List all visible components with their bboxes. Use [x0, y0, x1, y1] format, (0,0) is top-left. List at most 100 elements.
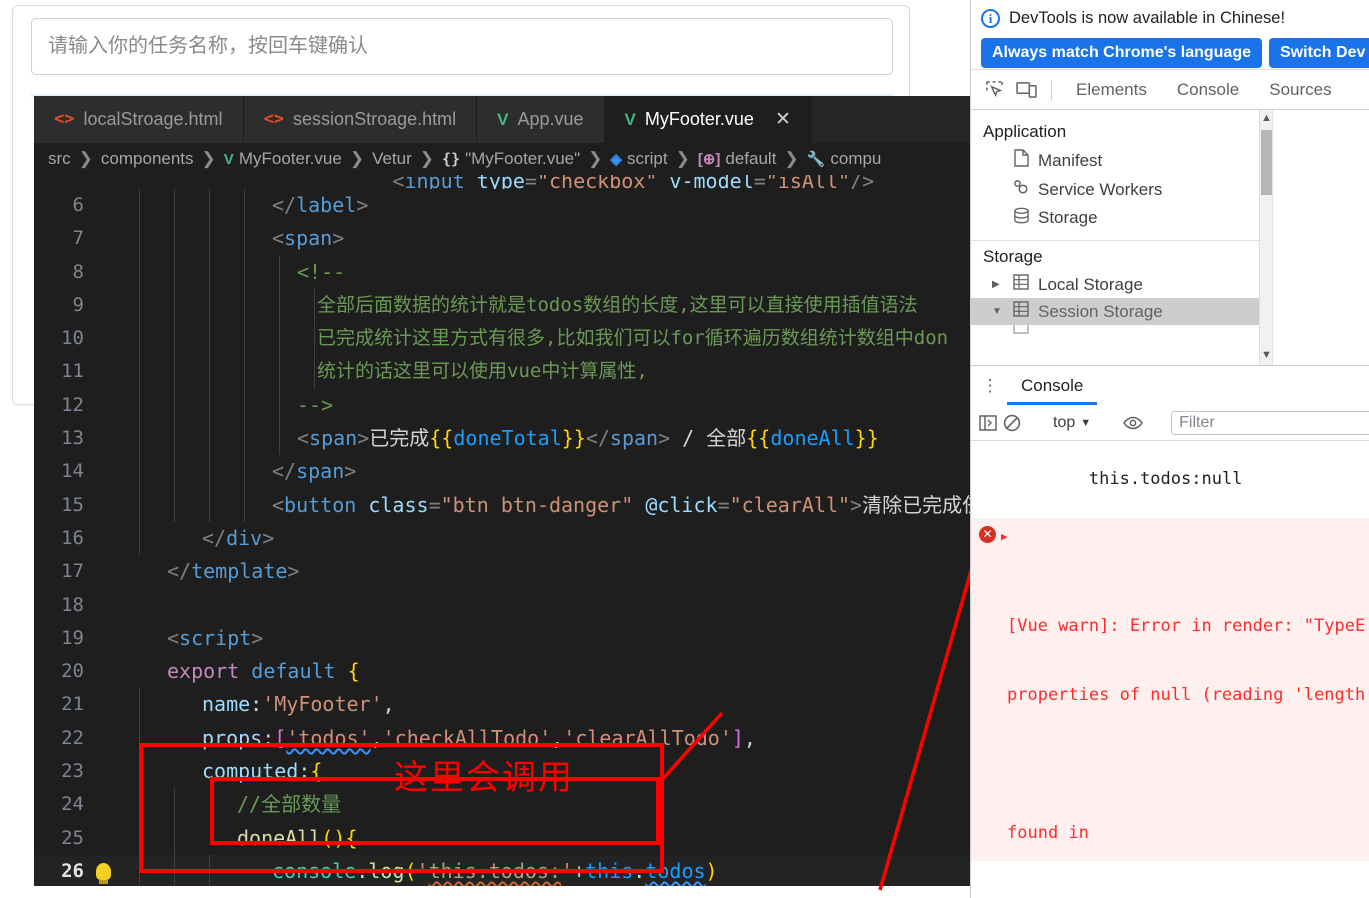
device-toolbar-icon[interactable]	[1011, 76, 1041, 104]
script-icon: ◈	[610, 151, 622, 168]
tab-sources[interactable]: Sources	[1255, 71, 1345, 109]
line-number: 6	[72, 194, 84, 216]
breadcrumb-item-module[interactable]: {} "MyFooter.vue"	[442, 149, 580, 169]
application-panel: Application Manifest Service Workers Sto…	[971, 110, 1369, 365]
editor-tab-localstroage-html[interactable]: <> localStroage.html	[34, 96, 244, 143]
breadcrumb-separator: ❯	[78, 149, 93, 168]
info-icon: i	[981, 8, 1000, 28]
tree-item-label: Local Storage	[1038, 274, 1143, 294]
scroll-down-arrow-icon[interactable]: ▼	[1261, 349, 1272, 361]
tab-console[interactable]: Console	[1163, 71, 1253, 109]
line-number: 9	[72, 293, 84, 316]
line-number: 20	[61, 660, 84, 683]
vscode-window: <> localStroage.html <> sessionStroage.h…	[34, 96, 970, 886]
console-log-text: this.todos:null	[1088, 469, 1243, 489]
line-number: 14	[61, 460, 84, 483]
devtools-language-banner: i DevTools is now available in Chinese! …	[971, 0, 1369, 70]
todo-name-input[interactable]	[31, 18, 893, 75]
code-line: 17 </template>	[34, 555, 970, 588]
annotation-label: 这里会调用	[394, 758, 574, 798]
code-line: 18	[34, 589, 970, 622]
scrollbar-thumb[interactable]	[1261, 130, 1272, 195]
braces-icon: {}	[442, 150, 461, 168]
drawer-tab-console[interactable]: Console	[1007, 366, 1098, 405]
table-icon	[1011, 274, 1031, 295]
breadcrumb-item-computed[interactable]: 🔧 compu	[807, 149, 882, 169]
console-drawer-header: ⋮ Console	[971, 365, 1369, 405]
code-line-current: 26 console.log('this.todos:'+this.todos)	[34, 854, 970, 886]
breadcrumb: src ❯ components ❯ V MyFooter.vue ❯ Vetur…	[34, 143, 970, 175]
switch-devtools-language-button[interactable]: Switch Dev	[1269, 38, 1369, 68]
code-line: 16 </div>	[34, 521, 970, 556]
close-icon[interactable]: ✕	[775, 108, 791, 131]
console-sidebar-icon[interactable]	[979, 410, 997, 436]
code-line: 25 doneAll(){	[34, 821, 970, 855]
breadcrumb-separator: ❯	[675, 149, 690, 168]
console-log-row[interactable]: this.todos:null	[971, 441, 1369, 519]
breadcrumb-item-myfooter-vue[interactable]: V MyFooter.vue	[224, 149, 342, 169]
application-scrollbar[interactable]: ▲ ▼	[1259, 110, 1272, 365]
html-file-icon: <>	[263, 109, 285, 129]
breadcrumb-item-script[interactable]: ◈ script	[610, 149, 667, 169]
application-detail-pane	[1272, 110, 1369, 365]
tabbar-filler	[811, 96, 970, 143]
line-number: 26	[61, 859, 84, 882]
editor-tab-sessionstroage-html[interactable]: <> sessionStroage.html	[243, 96, 478, 143]
console-error-line: found in	[1007, 823, 1089, 843]
devtools-panel: i DevTools is now available in Chinese! …	[970, 0, 1369, 898]
more-options-icon[interactable]: ⋮	[977, 377, 1003, 394]
tab-elements[interactable]: Elements	[1062, 71, 1161, 109]
console-error-row[interactable]: ✕ ▶ [Vue warn]: Error in render: "TypeE …	[971, 519, 1369, 861]
table-icon	[1011, 301, 1031, 322]
editor-tab-label: MyFooter.vue	[644, 109, 754, 129]
live-expression-icon[interactable]	[1123, 410, 1144, 436]
code-editor[interactable]: <input type="checkbox" v-model="isAll"/>…	[34, 175, 970, 886]
code-line: 21 name:'MyFooter',	[34, 688, 970, 722]
console-messages[interactable]: this.todos:null ✕ ▶ [Vue warn]: Error in…	[971, 441, 1369, 861]
toolbar-divider	[1051, 79, 1052, 100]
code-comment: 已完成统计这里方式有很多,比如我们可以for循环遍历数组统计数组中don	[317, 327, 949, 350]
code-line: 13 <span>已完成{{doneTotal}}</span> / 全部{{d…	[34, 422, 970, 456]
line-number: 23	[61, 760, 84, 783]
devtools-tabbar: Elements Console Sources	[971, 70, 1369, 110]
code-line: 19 <script>	[34, 622, 970, 655]
line-number: 10	[61, 327, 84, 350]
always-match-language-button[interactable]: Always match Chrome's language	[981, 38, 1262, 68]
execution-context-select[interactable]: top ▼	[1049, 414, 1095, 432]
line-number: 12	[61, 393, 84, 416]
editor-tab-label: App.vue	[517, 109, 584, 129]
console-filter-input[interactable]	[1171, 410, 1369, 435]
line-number: 16	[61, 526, 84, 549]
line-number: 24	[61, 793, 84, 816]
breadcrumb-item-src[interactable]: src	[48, 149, 71, 169]
editor-tab-myfooter-vue[interactable]: V MyFooter.vue ✕	[604, 96, 812, 143]
breadcrumb-item-components[interactable]: components	[101, 149, 194, 169]
code-line: 10 已完成统计这里方式有很多,比如我们可以for循环遍历数组统计数组中don	[34, 322, 970, 356]
inspect-element-icon[interactable]	[979, 76, 1009, 104]
console-error-line	[1007, 753, 1363, 776]
storage-icon	[1011, 207, 1031, 229]
tree-item-label: Storage	[1038, 208, 1098, 227]
chevron-right-icon[interactable]: ▶	[992, 279, 1000, 290]
tree-item-label: Session Storage	[1038, 301, 1163, 321]
error-icon: ✕	[979, 526, 996, 543]
editor-tab-app-vue[interactable]: V App.vue	[477, 96, 605, 143]
breadcrumb-separator: ❯	[784, 149, 799, 168]
code-line: <input type="checkbox" v-model="isAll"/>	[392, 175, 875, 189]
code-comment: -->	[297, 392, 334, 417]
chevron-down-icon[interactable]: ▼	[992, 306, 1002, 317]
code-line: 6 </label>	[34, 189, 970, 223]
line-number: 8	[72, 260, 84, 283]
console-toolbar: top ▼	[971, 405, 1369, 441]
breadcrumb-item-vetur[interactable]: Vetur	[372, 149, 412, 169]
breadcrumb-item-default[interactable]: [⊕] default	[698, 149, 777, 169]
clear-console-icon[interactable]	[1003, 410, 1021, 436]
lightbulb-icon[interactable]	[96, 862, 111, 884]
editor-tab-label: localStroage.html	[83, 109, 223, 129]
line-number: 19	[61, 626, 84, 649]
scroll-up-arrow-icon[interactable]: ▲	[1261, 112, 1272, 124]
line-number: 25	[61, 826, 84, 849]
expand-arrow-icon[interactable]: ▶	[1001, 525, 1008, 548]
code-line: 12 -->	[34, 388, 970, 423]
line-number: 18	[61, 593, 84, 616]
